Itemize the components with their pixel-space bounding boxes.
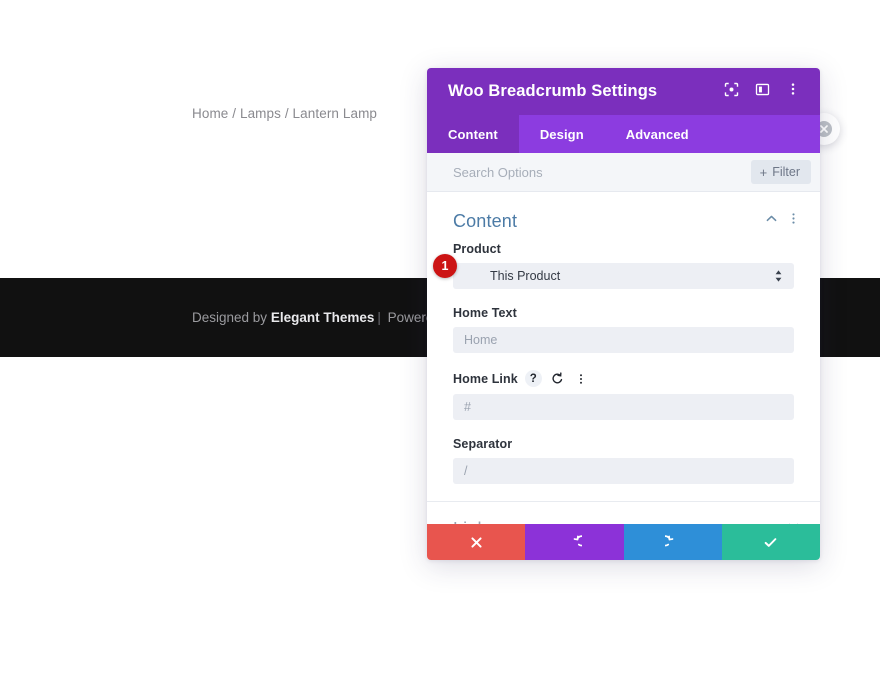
field-separator-label: Separator [453, 437, 794, 451]
field-home-link-label-text: Home Link [453, 372, 518, 386]
search-row: + Filter [427, 153, 820, 192]
field-separator: Separator [427, 437, 820, 484]
section-content-title: Content [453, 211, 760, 232]
field-product-label: Product [453, 242, 794, 256]
filter-button-label: Filter [772, 165, 800, 179]
tab-advanced[interactable]: Advanced [605, 115, 710, 153]
close-icon [470, 536, 483, 549]
tab-content[interactable]: Content [427, 115, 519, 153]
redo-icon [665, 535, 680, 550]
field-product: Product 1 This Product [427, 242, 820, 289]
more-vertical-icon [786, 82, 800, 101]
modal-tabs: Content Design Advanced [427, 115, 820, 153]
modal-menu-button[interactable] [780, 79, 806, 105]
section-content-toggle[interactable] [760, 210, 782, 232]
footer-separator: | [374, 310, 384, 325]
layout-panel-button[interactable] [749, 79, 775, 105]
save-button[interactable] [722, 524, 820, 560]
separator-input[interactable] [453, 458, 794, 484]
section-link-header[interactable]: Link [427, 502, 820, 524]
modal-action-bar [427, 524, 820, 560]
focus-target-icon [724, 82, 739, 102]
field-home-text: Home Text [427, 306, 820, 353]
product-select-value: This Product [490, 269, 560, 283]
cancel-button[interactable] [427, 524, 525, 560]
chevron-down-icon [787, 520, 800, 524]
field-home-link: Home Link ? [427, 370, 820, 420]
section-link-toggle[interactable] [782, 518, 804, 524]
field-home-text-label: Home Text [453, 306, 794, 320]
field-home-link-label: Home Link ? [453, 370, 794, 387]
modal-header: Woo Breadcrumb Settings [427, 68, 820, 115]
modal-body: Content [427, 192, 820, 524]
help-icon[interactable]: ? [525, 370, 542, 387]
modal-scroll-area[interactable]: Content [427, 192, 820, 524]
check-icon [763, 535, 778, 550]
modal-title: Woo Breadcrumb Settings [448, 82, 713, 101]
home-text-input[interactable] [453, 327, 794, 353]
redo-button[interactable] [624, 524, 722, 560]
layout-panel-icon [755, 82, 770, 102]
chevron-up-icon [765, 212, 778, 230]
footer-brand: Elegant Themes [271, 310, 375, 325]
undo-button[interactable] [525, 524, 623, 560]
site-footer-text: Designed by Elegant Themes| Powered by [192, 310, 459, 325]
section-link-title: Link [453, 519, 782, 525]
breadcrumb-text: Home / Lamps / Lantern Lamp [192, 106, 377, 121]
product-select[interactable]: This Product [453, 263, 794, 289]
more-vertical-icon[interactable] [573, 370, 590, 387]
reset-icon[interactable] [549, 370, 566, 387]
step-badge-1: 1 [433, 254, 457, 278]
focus-target-button[interactable] [718, 79, 744, 105]
plus-icon: + [760, 166, 768, 179]
more-vertical-icon [787, 212, 800, 230]
home-link-input[interactable] [453, 394, 794, 420]
filter-button[interactable]: + Filter [751, 160, 811, 184]
tab-design[interactable]: Design [519, 115, 605, 153]
stepper-arrows-icon [774, 269, 783, 283]
section-content-menu[interactable] [782, 210, 804, 232]
settings-modal: Woo Breadcrumb Settings [427, 68, 820, 560]
undo-icon [567, 535, 582, 550]
footer-prefix: Designed by [192, 310, 271, 325]
section-content-header[interactable]: Content [427, 192, 820, 242]
search-input[interactable] [453, 165, 751, 180]
